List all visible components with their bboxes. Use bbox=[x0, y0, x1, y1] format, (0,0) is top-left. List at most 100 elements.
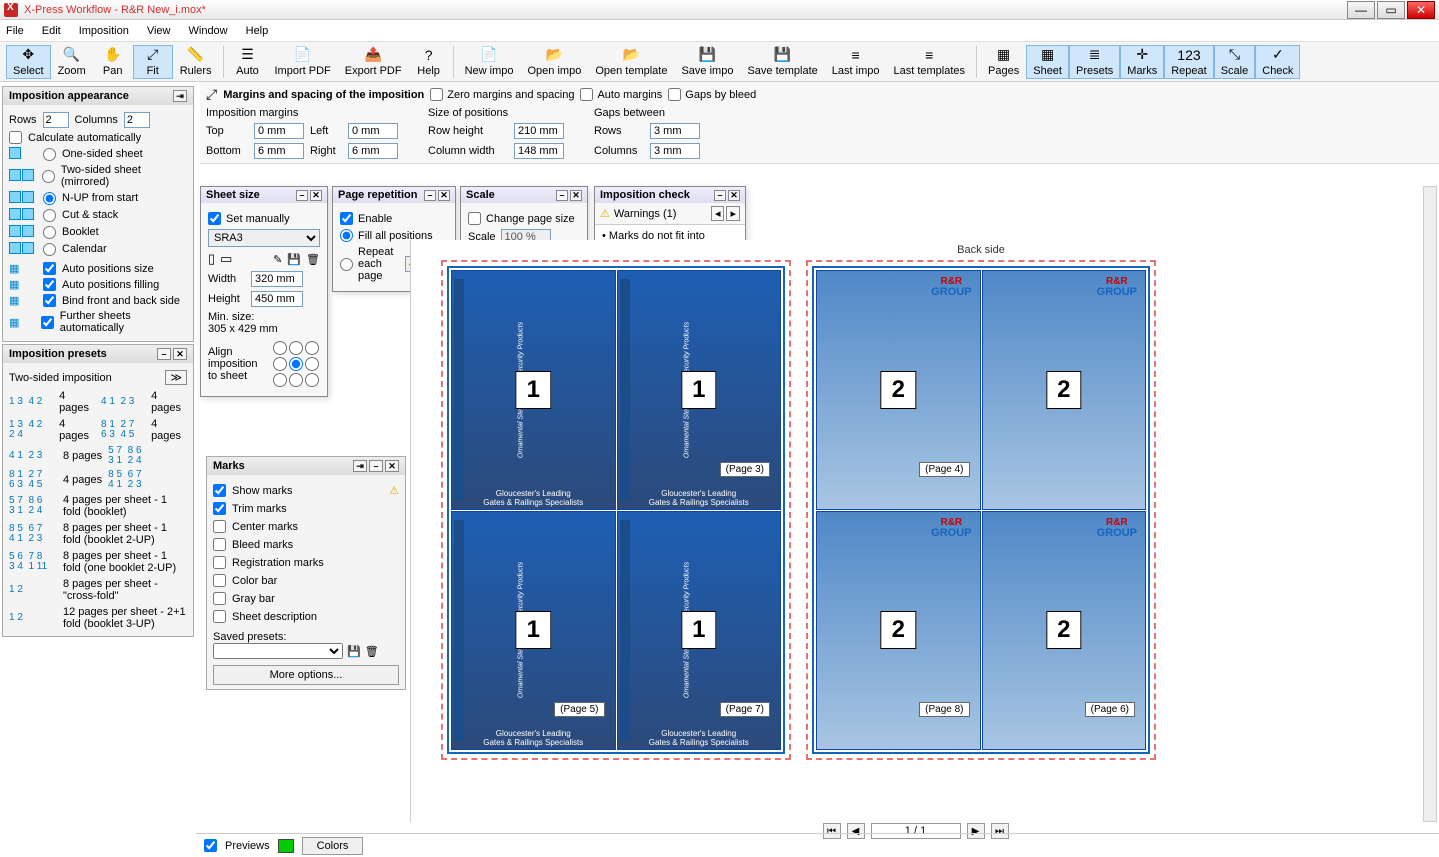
toolbar-open-impo-button[interactable]: 📂Open impo bbox=[521, 45, 589, 79]
gap-rows-input[interactable] bbox=[650, 123, 700, 139]
repeat-each-radio[interactable] bbox=[340, 258, 353, 271]
close-icon[interactable]: ✕ bbox=[173, 348, 187, 360]
margin-right-input[interactable] bbox=[348, 143, 398, 159]
toolbar-save-impo-button[interactable]: 💾Save impo bbox=[674, 45, 740, 79]
close-icon[interactable]: ✕ bbox=[728, 190, 740, 201]
close-button[interactable]: ✕ bbox=[1407, 1, 1435, 19]
margin-bottom-input[interactable] bbox=[254, 143, 304, 159]
align-bl-radio[interactable] bbox=[273, 373, 287, 387]
nav-next-button[interactable]: ▸ bbox=[726, 206, 740, 221]
enable-repetition-checkbox[interactable] bbox=[340, 212, 353, 225]
toolbar-zoom-button[interactable]: 🔍Zoom bbox=[51, 45, 93, 79]
preset-item[interactable]: 1 3 4 24 pages4 1 2 34 pages bbox=[9, 388, 187, 416]
mode-5-radio[interactable] bbox=[43, 243, 56, 256]
more-options-button[interactable]: More options... bbox=[213, 665, 399, 685]
collapse-icon[interactable]: ⇥ bbox=[353, 460, 367, 472]
mark-2-checkbox[interactable] bbox=[213, 520, 226, 533]
opt-1-checkbox[interactable] bbox=[43, 278, 56, 291]
minimize-icon[interactable]: – bbox=[714, 190, 726, 201]
align-mc-radio[interactable] bbox=[289, 357, 303, 371]
toolbar-sheet-button[interactable]: ▦Sheet bbox=[1026, 45, 1069, 79]
align-br-radio[interactable] bbox=[305, 373, 319, 387]
orientation-landscape-icon[interactable]: ▭ bbox=[220, 251, 232, 267]
close-icon[interactable]: ✕ bbox=[310, 190, 322, 201]
edit-icon[interactable]: ✎ bbox=[273, 253, 282, 266]
margin-left-input[interactable] bbox=[348, 123, 398, 139]
minimize-button[interactable]: — bbox=[1347, 1, 1375, 19]
minimize-icon[interactable]: – bbox=[369, 460, 383, 472]
toolbar-pages-button[interactable]: ▦Pages bbox=[981, 45, 1026, 79]
preset-item[interactable]: 4 1 2 38 pages5 7 8 6 3 1 2 4 bbox=[9, 444, 187, 468]
toolbar-last-templates-button[interactable]: ≡Last templates bbox=[886, 45, 972, 79]
toolbar-rulers-button[interactable]: 📏Rulers bbox=[173, 45, 219, 79]
nav-prev-button[interactable]: ◂ bbox=[711, 206, 725, 221]
mark-5-checkbox[interactable] bbox=[213, 574, 226, 587]
orientation-portrait-icon[interactable]: ▯ bbox=[208, 251, 215, 267]
preset-arrow-button[interactable]: ≫ bbox=[165, 370, 187, 385]
back-cell[interactable]: R&RGROUP2 bbox=[982, 270, 1147, 510]
preset-item[interactable]: 5 6 7 8 3 4 1 118 pages per sheet - 1 fo… bbox=[9, 548, 187, 576]
mode-2-radio[interactable] bbox=[43, 192, 56, 205]
close-icon[interactable]: ✕ bbox=[385, 460, 399, 472]
align-ml-radio[interactable] bbox=[273, 357, 287, 371]
margin-top-input[interactable] bbox=[254, 123, 304, 139]
mark-1-checkbox[interactable] bbox=[213, 502, 226, 515]
toolbar-presets-button[interactable]: ≣Presets bbox=[1069, 45, 1120, 79]
minimize-icon[interactable]: – bbox=[157, 348, 171, 360]
minimize-icon[interactable]: – bbox=[296, 190, 308, 201]
toolbar-new-impo-button[interactable]: 📄New impo bbox=[458, 45, 521, 79]
column-width-input[interactable] bbox=[514, 143, 564, 159]
mark-6-checkbox[interactable] bbox=[213, 592, 226, 605]
minimize-icon[interactable]: – bbox=[424, 190, 436, 201]
minimize-icon[interactable]: – bbox=[556, 190, 568, 201]
toolbar-open-template-button[interactable]: 📂Open template bbox=[588, 45, 674, 79]
mode-3-radio[interactable] bbox=[43, 209, 56, 222]
align-tc-radio[interactable] bbox=[289, 341, 303, 355]
change-page-size-checkbox[interactable] bbox=[468, 212, 481, 225]
mark-3-checkbox[interactable] bbox=[213, 538, 226, 551]
save-icon[interactable]: 💾 bbox=[287, 253, 301, 266]
rows-input[interactable] bbox=[43, 112, 69, 128]
sheet-preset-select[interactable]: SRA3 bbox=[208, 229, 320, 247]
collapse-icon[interactable]: ⇥ bbox=[173, 90, 187, 102]
fill-positions-radio[interactable] bbox=[340, 229, 353, 242]
toolbar-check-button[interactable]: ✓Check bbox=[1255, 45, 1300, 79]
toolbar-import-pdf-button[interactable]: 📄Import PDF bbox=[268, 45, 338, 79]
align-bc-radio[interactable] bbox=[289, 373, 303, 387]
maximize-button[interactable]: ▭ bbox=[1377, 1, 1405, 19]
menu-window[interactable]: Window bbox=[189, 25, 228, 37]
align-tl-radio[interactable] bbox=[273, 341, 287, 355]
columns-input[interactable] bbox=[124, 112, 150, 128]
front-cell[interactable]: Ornamental Steel Work & Security Product… bbox=[617, 511, 782, 751]
set-manually-checkbox[interactable] bbox=[208, 212, 221, 225]
delete-preset-icon[interactable]: 🗑 bbox=[365, 645, 379, 658]
front-cell[interactable]: Ornamental Steel Work & Security Product… bbox=[451, 270, 616, 510]
gap-columns-input[interactable] bbox=[650, 143, 700, 159]
sheet-height-input[interactable] bbox=[251, 291, 303, 307]
opt-0-checkbox[interactable] bbox=[43, 262, 56, 275]
row-height-input[interactable] bbox=[514, 123, 564, 139]
preset-item[interactable]: 1 3 4 2 2 44 pages8 1 2 7 6 3 4 54 pages bbox=[9, 416, 187, 444]
back-cell[interactable]: R&RGROUP2(Page 4) bbox=[816, 270, 981, 510]
toolbar-repeat-button[interactable]: 123Repeat bbox=[1164, 45, 1213, 79]
menu-edit[interactable]: Edit bbox=[42, 25, 61, 37]
menu-help[interactable]: Help bbox=[246, 25, 269, 37]
close-icon[interactable]: ✕ bbox=[570, 190, 582, 201]
preview-canvas[interactable]: Ornamental Steel Work & Security Product… bbox=[410, 240, 1421, 822]
preset-item[interactable]: 5 7 8 6 3 1 2 44 pages per sheet - 1 fol… bbox=[9, 492, 187, 520]
preset-item[interactable]: 1 28 pages per sheet - "cross-fold" bbox=[9, 576, 187, 604]
mode-4-radio[interactable] bbox=[43, 226, 56, 239]
preset-item[interactable]: 8 1 2 7 6 3 4 54 pages8 5 6 7 4 1 2 3 bbox=[9, 468, 187, 492]
zero-margins-checkbox[interactable] bbox=[430, 88, 443, 101]
sheet-width-input[interactable] bbox=[251, 271, 303, 287]
mark-7-checkbox[interactable] bbox=[213, 610, 226, 623]
menu-imposition[interactable]: Imposition bbox=[79, 25, 129, 37]
mark-4-checkbox[interactable] bbox=[213, 556, 226, 569]
toolbar-marks-button[interactable]: ✛Marks bbox=[1120, 45, 1164, 79]
colors-button[interactable]: Colors bbox=[302, 837, 364, 855]
mark-0-checkbox[interactable] bbox=[213, 484, 226, 497]
front-cell[interactable]: Ornamental Steel Work & Security Product… bbox=[451, 511, 616, 751]
previews-checkbox[interactable] bbox=[204, 839, 217, 852]
menu-file[interactable]: File bbox=[6, 25, 24, 37]
toolbar-last-impo-button[interactable]: ≡Last impo bbox=[825, 45, 887, 79]
